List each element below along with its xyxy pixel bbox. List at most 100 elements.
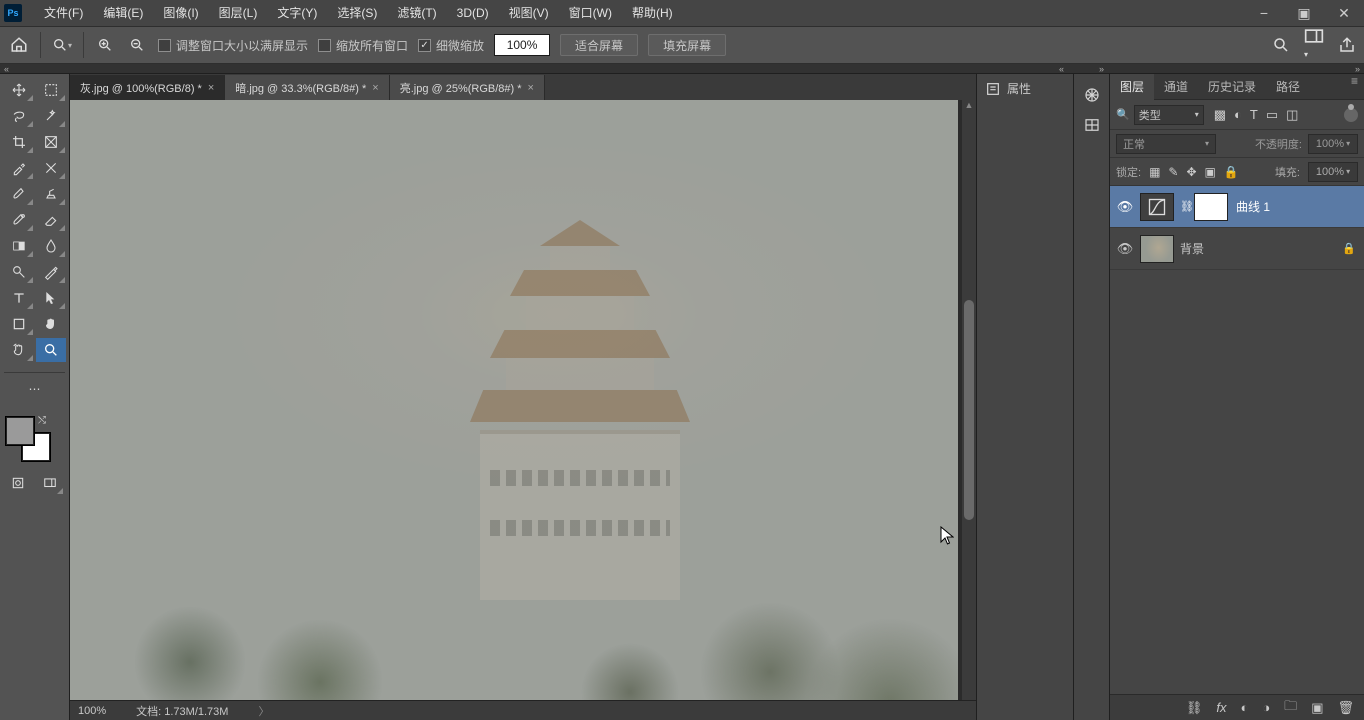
link-layers-icon[interactable]: ⛓ xyxy=(1186,700,1203,716)
layer-thumbnail[interactable] xyxy=(1140,235,1174,263)
tab-layers[interactable]: 图层 xyxy=(1110,74,1154,100)
fill-screen-button[interactable]: 填充屏幕 xyxy=(648,34,726,56)
close-icon[interactable]: × xyxy=(208,82,214,94)
opacity-input[interactable]: 100%▾ xyxy=(1308,134,1358,154)
menu-type[interactable]: 文字(Y) xyxy=(267,0,327,26)
lock-image-icon[interactable]: ✎ xyxy=(1168,165,1178,179)
path-selection-tool[interactable] xyxy=(36,286,66,310)
filter-shape-icon[interactable]: ▭ xyxy=(1266,107,1278,123)
layer-name[interactable]: 背景 xyxy=(1180,240,1204,257)
workspace-switcher-icon[interactable]: ▾ xyxy=(1304,28,1324,62)
home-icon[interactable] xyxy=(8,34,30,56)
vertical-scrollbar[interactable]: ▲ ▼ xyxy=(962,100,976,700)
canvas-viewport[interactable]: ▲ ▼ xyxy=(70,100,976,700)
lock-artboard-icon[interactable]: ▣ xyxy=(1205,165,1216,179)
layer-row-background[interactable]: 👁 背景 🔒 xyxy=(1110,228,1364,270)
swatches-panel-icon[interactable] xyxy=(1074,110,1110,140)
filter-adjust-icon[interactable]: ◐ xyxy=(1234,107,1242,123)
collapse-mid-icon[interactable]: « xyxy=(1059,64,1064,74)
foreground-color-swatch[interactable] xyxy=(6,417,34,445)
menu-window[interactable]: 窗口(W) xyxy=(559,0,622,26)
window-minimize-button[interactable]: − xyxy=(1244,0,1284,26)
color-panel-icon[interactable] xyxy=(1074,80,1110,110)
zoom-input[interactable]: 100% xyxy=(494,34,550,56)
menu-file[interactable]: 文件(F) xyxy=(34,0,93,26)
move-tool[interactable] xyxy=(4,78,34,102)
eyedropper-tool[interactable] xyxy=(4,156,34,180)
visibility-toggle[interactable]: 👁 xyxy=(1110,199,1140,215)
layer-style-icon[interactable]: fx xyxy=(1216,700,1226,715)
properties-panel-button[interactable]: 属性 xyxy=(977,74,1073,103)
swap-colors-icon[interactable]: ⤭ xyxy=(38,415,46,426)
zoom-tool-icon[interactable]: ▾ xyxy=(51,34,73,56)
layer-row-curves[interactable]: 👁 ⛓ 曲线 1 xyxy=(1110,186,1364,228)
tab-channels[interactable]: 通道 xyxy=(1154,74,1198,100)
resize-window-checkbox[interactable]: 调整窗口大小以满屏显示 xyxy=(158,37,308,54)
zoom-all-windows-checkbox[interactable]: 缩放所有窗口 xyxy=(318,37,408,54)
eraser-tool[interactable] xyxy=(36,208,66,232)
status-zoom[interactable]: 100% xyxy=(78,705,106,717)
scrollbar-thumb[interactable] xyxy=(964,300,974,520)
filter-toggle[interactable] xyxy=(1344,108,1358,122)
window-close-button[interactable]: ✕ xyxy=(1324,0,1364,26)
scroll-up-icon[interactable]: ▲ xyxy=(964,100,974,112)
window-restore-button[interactable]: ▣ xyxy=(1284,0,1324,26)
collapse-right-icon[interactable]: » xyxy=(1355,64,1360,74)
tab-paths[interactable]: 路径 xyxy=(1266,74,1310,100)
layer-name[interactable]: 曲线 1 xyxy=(1236,198,1270,215)
new-layer-icon[interactable]: ▣ xyxy=(1311,700,1323,716)
type-tool[interactable] xyxy=(4,286,34,310)
tab-history[interactable]: 历史记录 xyxy=(1198,74,1266,100)
blur-tool[interactable] xyxy=(36,234,66,258)
document-tab[interactable]: 亮.jpg @ 25%(RGB/8#) * × xyxy=(390,75,545,100)
document-tab[interactable]: 暗.jpg @ 33.3%(RGB/8#) * × xyxy=(225,75,389,100)
mask-link-icon[interactable]: ⛓ xyxy=(1180,200,1194,213)
lock-position-icon[interactable]: ✥ xyxy=(1186,165,1196,179)
magic-wand-tool[interactable] xyxy=(36,104,66,128)
collapse-left-icon[interactable]: « xyxy=(4,64,9,74)
menu-filter[interactable]: 滤镜(T) xyxy=(387,0,446,26)
filter-smart-icon[interactable]: ◫ xyxy=(1286,107,1298,123)
zoom-tool[interactable] xyxy=(36,338,66,362)
menu-view[interactable]: 视图(V) xyxy=(499,0,559,26)
healing-brush-tool[interactable] xyxy=(36,156,66,180)
blend-mode-select[interactable]: 正常 ▾ xyxy=(1116,134,1216,154)
lock-transparency-icon[interactable]: ▦ xyxy=(1149,165,1160,179)
new-adjustment-icon[interactable]: ◑ xyxy=(1262,700,1270,715)
pen-tool[interactable] xyxy=(36,260,66,284)
marquee-tool[interactable] xyxy=(36,78,66,102)
close-icon[interactable]: × xyxy=(528,82,534,94)
gradient-tool[interactable] xyxy=(4,234,34,258)
status-docsize[interactable]: 文档: 1.73M/1.73M xyxy=(136,703,228,719)
lasso-tool[interactable] xyxy=(4,104,34,128)
filter-pixel-icon[interactable]: ▩ xyxy=(1214,107,1226,123)
filter-type-icon[interactable]: T xyxy=(1250,107,1258,123)
close-icon[interactable]: × xyxy=(372,82,378,94)
lock-all-icon[interactable]: 🔒 xyxy=(1224,165,1239,179)
menu-image[interactable]: 图像(I) xyxy=(153,0,208,26)
clone-stamp-tool[interactable] xyxy=(36,182,66,206)
menu-help[interactable]: 帮助(H) xyxy=(622,0,683,26)
zoom-out-icon[interactable] xyxy=(126,34,148,56)
panel-menu-icon[interactable]: ≡ xyxy=(1345,74,1364,99)
add-mask-icon[interactable]: ◐ xyxy=(1240,700,1248,715)
zoom-in-icon[interactable] xyxy=(94,34,116,56)
edit-toolbar-button[interactable]: ⋯ xyxy=(4,377,65,401)
adjustment-icon[interactable] xyxy=(1140,193,1174,221)
scrubby-zoom-checkbox[interactable]: ✓ 细微缩放 xyxy=(418,37,484,54)
delete-layer-icon[interactable]: 🗑 xyxy=(1337,700,1354,716)
screen-mode-button[interactable] xyxy=(36,471,64,495)
shape-tool[interactable] xyxy=(4,312,34,336)
frame-tool[interactable] xyxy=(36,130,66,154)
color-swatches[interactable]: ⤭ xyxy=(4,415,50,461)
rotate-view-tool[interactable] xyxy=(4,338,34,362)
brush-tool[interactable] xyxy=(4,182,34,206)
quick-mask-mode-button[interactable] xyxy=(4,471,32,495)
fit-screen-button[interactable]: 适合屏幕 xyxy=(560,34,638,56)
document-tab[interactable]: 灰.jpg @ 100%(RGB/8) * × xyxy=(70,75,225,100)
menu-edit[interactable]: 编辑(E) xyxy=(93,0,153,26)
layer-mask-thumb[interactable] xyxy=(1194,193,1228,221)
dodge-tool[interactable] xyxy=(4,260,34,284)
menu-layer[interactable]: 图层(L) xyxy=(209,0,268,26)
menu-select[interactable]: 选择(S) xyxy=(327,0,387,26)
